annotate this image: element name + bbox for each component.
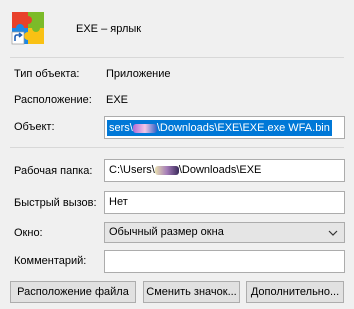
redacted-username — [132, 123, 157, 133]
advanced-button[interactable]: Дополнительно... — [246, 281, 344, 303]
window-size-select[interactable]: Обычный размер окна — [104, 222, 345, 243]
separator — [10, 57, 344, 58]
comment-label: Комментарий: — [14, 255, 87, 267]
target-input[interactable]: sers\ \Downloads\EXE\EXE.exe WFA.bin — [104, 116, 345, 139]
workdir-prefix: C:\Users\ — [109, 164, 155, 176]
target-selected-text: sers\ \Downloads\EXE\EXE.exe WFA.bin — [107, 120, 332, 136]
workdir-suffix: \Downloads\EXE — [178, 164, 262, 176]
chevron-down-icon — [328, 227, 338, 242]
workdir-input[interactable]: C:\Users\ \Downloads\EXE — [104, 159, 345, 182]
type-value: Приложение — [106, 68, 171, 80]
hotkey-label: Быстрый вызов: — [14, 197, 97, 209]
target-label: Объект: — [14, 121, 55, 133]
hotkey-input[interactable]: Нет — [104, 191, 345, 214]
target-suffix: \Downloads\EXE\EXE.exe WFA.bin — [156, 122, 330, 134]
open-file-location-button[interactable]: Расположение файла — [10, 281, 136, 303]
change-icon-button[interactable]: Сменить значок... — [143, 281, 240, 303]
workdir-label: Рабочая папка: — [14, 165, 93, 177]
app-puzzle-icon — [10, 10, 46, 46]
target-prefix: sers\ — [109, 122, 133, 134]
comment-input[interactable] — [104, 250, 345, 273]
type-label: Тип объекта: — [14, 68, 80, 80]
redacted-username — [154, 165, 179, 175]
location-value: EXE — [106, 94, 129, 106]
location-label: Расположение: — [14, 94, 92, 106]
window-size-value: Обычный размер окна — [109, 226, 224, 238]
window-label: Окно: — [14, 227, 43, 239]
separator — [10, 147, 344, 148]
shortcut-name-field[interactable]: EXE – ярлык — [72, 20, 344, 40]
